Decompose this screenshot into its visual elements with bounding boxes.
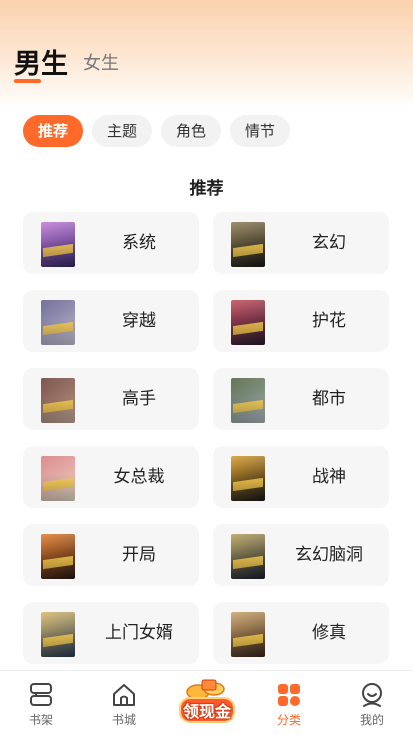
nav-label-bookshelf: 书架 bbox=[28, 713, 53, 727]
category-card[interactable]: 玄幻 bbox=[213, 212, 389, 274]
nav-profile[interactable]: 我的 bbox=[331, 671, 413, 735]
category-card[interactable]: 上门女婿 bbox=[23, 602, 199, 664]
category-grid-icon bbox=[278, 684, 300, 706]
category-label: 高手 bbox=[122, 389, 156, 409]
nav-label-category: 分类 bbox=[276, 713, 301, 727]
category-cover-image bbox=[231, 612, 265, 657]
category-cover-image bbox=[41, 456, 75, 501]
bookshelf-icon bbox=[30, 683, 52, 706]
category-card[interactable]: 系统 bbox=[23, 212, 199, 274]
nav-label-profile: 我的 bbox=[359, 713, 384, 727]
nav-label-bookstore: 书城 bbox=[111, 713, 136, 727]
nav-bookshelf[interactable]: 书架 bbox=[0, 671, 82, 735]
category-cover-image bbox=[231, 534, 265, 579]
category-card[interactable]: 穿越 bbox=[23, 290, 199, 352]
category-label: 上门女婿 bbox=[105, 623, 173, 643]
category-cover-image bbox=[231, 378, 265, 423]
category-card[interactable]: 护花 bbox=[213, 290, 389, 352]
category-card[interactable]: 修真 bbox=[213, 602, 389, 664]
cash-promo-button[interactable]: 领现金 bbox=[176, 676, 238, 728]
category-cover-image bbox=[231, 222, 265, 267]
category-cover-image bbox=[41, 222, 75, 267]
nav-category[interactable]: 分类 bbox=[248, 671, 330, 735]
category-cover-image bbox=[231, 300, 265, 345]
category-card[interactable]: 玄幻脑洞 bbox=[213, 524, 389, 586]
nav-bookstore[interactable]: 书城 bbox=[83, 671, 165, 735]
category-label: 系统 bbox=[122, 233, 156, 253]
category-cover-image bbox=[41, 378, 75, 423]
category-label: 修真 bbox=[312, 623, 346, 643]
category-card[interactable]: 战神 bbox=[213, 446, 389, 508]
category-cover-image bbox=[231, 456, 265, 501]
category-card[interactable]: 高手 bbox=[23, 368, 199, 430]
category-cover-image bbox=[41, 612, 75, 657]
category-card[interactable]: 女总裁 bbox=[23, 446, 199, 508]
category-card[interactable]: 开局 bbox=[23, 524, 199, 586]
category-card[interactable]: 都市 bbox=[213, 368, 389, 430]
cash-promo-label: 领现金 bbox=[182, 702, 231, 721]
category-label: 都市 bbox=[312, 389, 346, 409]
category-label: 战神 bbox=[312, 467, 346, 487]
category-label: 开局 bbox=[122, 545, 156, 565]
category-label: 玄幻脑洞 bbox=[295, 545, 363, 565]
category-cover-image bbox=[41, 300, 75, 345]
home-icon bbox=[113, 684, 135, 706]
category-grid: 系统 玄幻穿越 护花高手 都市女总裁 战神开局 玄幻脑洞上门女婿 修真 bbox=[0, 0, 413, 670]
category-label: 穿越 bbox=[122, 311, 156, 331]
profile-icon bbox=[362, 683, 382, 707]
category-label: 护花 bbox=[312, 311, 346, 331]
category-label: 玄幻 bbox=[312, 233, 346, 253]
category-cover-image bbox=[41, 534, 75, 579]
category-label: 女总裁 bbox=[113, 467, 165, 487]
